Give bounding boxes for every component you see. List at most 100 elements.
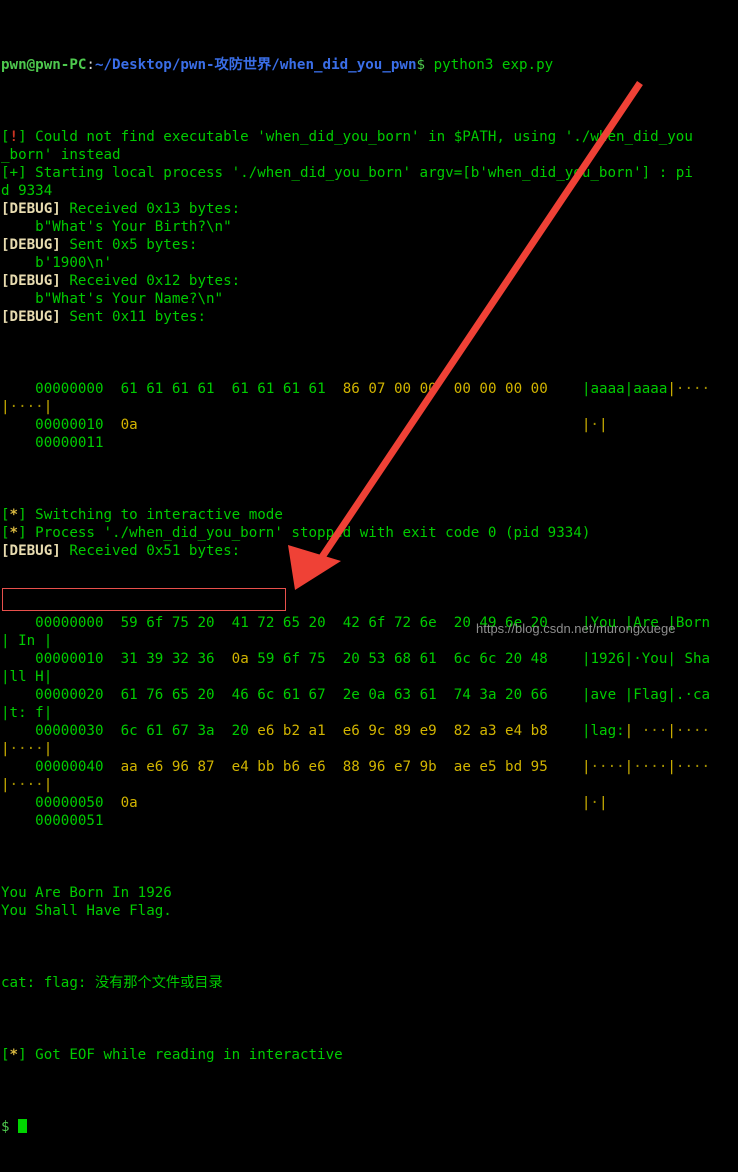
terminal-line-text: b"What's Your Name?\n" [1,291,224,307]
log-bracket-open: [ [1,525,10,541]
hexdump-ascii: ···· [675,381,711,397]
program-output-line: You Are Born In 1926 [1,885,172,901]
terminal-line: [!] Could not find executable 'when_did_… [1,128,738,146]
log-level-symbol: DEBUG [9,237,53,253]
hexdump-byte: 00 [411,381,437,397]
hexdump-ascii-separator: | [581,795,591,811]
hexdump-ascii-separator: | [624,687,634,703]
hexdump-byte: 20 [496,651,523,667]
hexdump-offset: 00000020 [35,687,104,703]
prompt-dollar: $ [416,57,426,73]
hexdump-byte: 75 [163,615,189,631]
hexdump-byte: 0a [359,687,386,703]
hexdump-byte: 20 [300,615,326,631]
hexdump-byte: ae [453,759,471,775]
hexdump-byte: 63 [385,687,412,703]
hexdump-byte: 61 [248,381,275,397]
hexdump-ascii: ···· [590,759,625,775]
log-bracket-open: [ [1,165,10,181]
hexdump-row-wrap: |····| [1,776,738,794]
prompt-colon: : [86,57,95,73]
hexdump-ascii-separator: | [43,669,53,685]
log-level-symbol: * [9,507,19,523]
hexdump-byte: 61 [188,381,215,397]
hexdump-offset: 00000050 [35,795,104,811]
hexdump-byte: 00 [470,381,497,397]
hexdump-byte: 96 [359,759,386,775]
hexdump-byte: a1 [300,723,326,739]
hexdump-ascii: aaaa [590,381,625,397]
hexdump-final-offset: 00000011 [35,435,104,451]
hexdump-ascii-separator: | [43,777,53,793]
log-level-symbol: + [9,165,19,181]
hexdump-byte: 96 [163,759,189,775]
hexdump-ascii-separator: | [43,399,53,415]
terminal-line-text: _born' instead [1,147,121,163]
hexdump-final-offset: 00000051 [35,813,104,829]
hexdump-offset: 00000040 [35,759,104,775]
eof-bracket-open: [ [1,1047,10,1063]
log-text: Process './when_did_you_born' stopped wi… [26,525,591,541]
log-level-symbol: DEBUG [9,309,53,325]
terminal-line: [DEBUG] Received 0x51 bytes: [1,542,738,560]
eof-line: [*] Got EOF while reading in interactive [1,1046,738,1064]
prompt-command: python3 exp.py [425,57,554,73]
log-bracket-close: ] [18,129,27,145]
eof-bracket-close: ] [18,1047,27,1063]
hexdump-ascii: ···· [633,759,668,775]
hexdump-byte: bd [496,759,523,775]
hexdump-byte: 65 [163,687,189,703]
hexdump-row-wrap: |····| [1,740,738,758]
hexdump-ascii-separator: | [667,687,676,703]
hexdump-ascii-separator: | [624,723,634,739]
hexdump-byte: 61 [411,651,437,667]
program-output-line: You Shall Have Flag. [1,903,172,919]
hexdump-ascii-separator: | [1,777,10,793]
hexdump-ascii-separator: | [581,723,591,739]
log-bracket-close: ] [18,525,27,541]
hexdump-ascii: ···· [9,399,44,415]
hexdump-ascii: ···· [9,777,44,793]
log-bracket-close: ] [52,309,61,325]
final-prompt-line[interactable]: $ [1,1118,738,1136]
hexdump-byte: 61 [120,381,138,397]
hexdump-byte: 86 [342,381,360,397]
log-text: Could not find executable 'when_did_you_… [26,129,693,145]
hexdump-ascii-separator: | [1,741,10,757]
hexdump-byte: 48 [522,651,548,667]
hexdump-byte: 72 [248,615,275,631]
hexdump-byte: e6 [300,759,326,775]
hexdump-byte: 20 [496,687,523,703]
log-text: Received 0x12 bytes: [60,273,241,289]
hexdump-byte: e7 [385,759,412,775]
hexdump-ascii: ···· [675,759,711,775]
hexdump-byte: 59 [248,651,275,667]
hexdump-byte: 00 [496,381,523,397]
hexdump-byte: 65 [274,615,301,631]
terminal-line: d 9334 [1,182,738,200]
hexdump-byte: 6c [248,687,275,703]
hexdump-row: 00000020 61 76 65 20 46 6c 61 67 2e 0a 6… [1,686,738,704]
hexdump-byte: b2 [274,723,301,739]
hexdump-byte: b8 [522,723,548,739]
hexdump-byte: 6f [274,651,301,667]
terminal-line: [DEBUG] Sent 0x11 bytes: [1,308,738,326]
hexdump-byte: 20 [188,687,215,703]
hexdump-byte: 53 [359,651,386,667]
hexdump-byte: 61 [163,381,189,397]
log-bracket-open: [ [1,237,10,253]
hexdump-ascii-separator: | [581,759,591,775]
hexdump-offset: 00000010 [35,417,104,433]
hexdump-row: 00000050 0a |·| [1,794,738,812]
highlighted-error-line: cat: flag: 没有那个文件或目录 [1,975,223,991]
hexdump-byte: 9c [359,723,386,739]
hexdump-byte: 36 [188,651,215,667]
terminal-window[interactable]: pwn@pwn-PC:~/Desktop/pwn-攻防世界/when_did_y… [0,0,738,1135]
hexdump-block-1: 00000000 61 61 61 61 61 61 61 61 86 07 0… [1,380,738,452]
hexdump-row-wrap: |t: f| [1,704,738,722]
hexdump-byte: 3a [188,723,215,739]
log-text: Sent 0x11 bytes: [60,309,207,325]
hexdump-byte: 61 [137,723,164,739]
log-level-symbol: DEBUG [9,543,53,559]
hexdump-byte: aa [120,759,138,775]
